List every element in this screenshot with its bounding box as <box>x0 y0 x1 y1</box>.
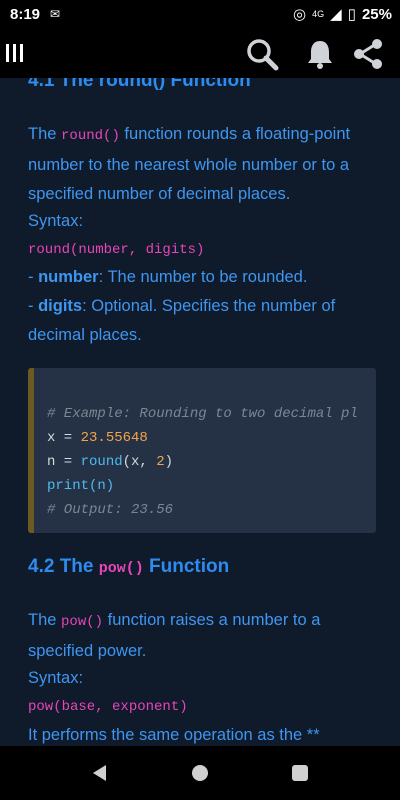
param-digits-name: digits <box>38 297 83 315</box>
param-digits-dash: - <box>28 297 39 315</box>
param-number-name: number <box>38 268 99 286</box>
round-description: The round() function rounds a floating-p… <box>28 120 378 209</box>
code-line-output: # Output: 23.56 <box>47 502 174 518</box>
pow-description: The pow() function raises a number to a … <box>28 606 378 666</box>
round-inline-code: round() <box>61 128 120 144</box>
pow-heading-post: Function <box>143 556 230 577</box>
mail-notification-icon: ✉ <box>50 7 61 21</box>
param-number: - number: The number to be rounded. <box>28 263 378 292</box>
signal-icon: ◢ <box>330 6 342 23</box>
back-nav-icon[interactable] <box>90 763 110 788</box>
share-icon[interactable] <box>350 36 386 72</box>
code-line-round: n = round(x, 2) <box>47 454 174 470</box>
hotspot-icon: ◎ <box>293 6 307 23</box>
network-type: 4G <box>312 9 325 19</box>
app-toolbar <box>0 28 400 78</box>
pow-syntax: pow(base, exponent) <box>28 699 188 715</box>
code-line-comment: # Example: Rounding to two decimal pl <box>47 406 358 422</box>
round-desc-pre: The <box>28 125 62 143</box>
syntax-label-round: Syntax: <box>28 212 84 230</box>
param-number-desc: : The number to be rounded. <box>98 268 308 286</box>
search-icon[interactable] <box>244 36 280 72</box>
battery-level: 25% <box>361 5 392 23</box>
home-nav-icon[interactable] <box>190 763 210 788</box>
bell-icon[interactable] <box>302 36 338 72</box>
status-bar: 8:19 ✉ ◎ 4G ◢ ▯ 25% <box>0 0 400 28</box>
code-line-assign: x = 23.55648 <box>47 426 148 450</box>
code-example-block[interactable]: # Example: Rounding to two decimal pl x … <box>28 368 376 533</box>
round-syntax: round(number, digits) <box>28 242 205 258</box>
recents-nav-icon[interactable] <box>290 763 310 788</box>
code-line-print: print(n) <box>47 478 115 494</box>
status-time: 8:19 <box>10 5 41 23</box>
pow-tail-text: It performs the same operation as the ** <box>28 726 320 744</box>
article-content[interactable]: 4.1 The round() Function The round() fun… <box>0 78 400 746</box>
param-digits: - digits: Optional. Specifies the number… <box>28 292 378 350</box>
status-right: ◎ 4G ◢ ▯ 25% <box>293 0 392 28</box>
system-nav-bar <box>0 746 400 800</box>
hamburger-icon[interactable] <box>2 38 28 68</box>
syntax-label-pow: Syntax: <box>28 669 84 687</box>
code-line-assign-text: x = 23.55648 <box>47 430 148 446</box>
pow-inline-code: pow() <box>61 614 104 630</box>
section-heading-pow: 4.2 The pow() Function <box>28 556 229 578</box>
pow-heading-pre: 4.2 The <box>28 556 99 577</box>
pow-heading-code: pow() <box>98 560 144 577</box>
battery-icon: ▯ <box>347 6 356 23</box>
pow-desc-pre: The <box>28 611 62 629</box>
param-number-dash: - <box>28 268 39 286</box>
section-heading-round: 4.1 The round() Function <box>28 78 251 91</box>
